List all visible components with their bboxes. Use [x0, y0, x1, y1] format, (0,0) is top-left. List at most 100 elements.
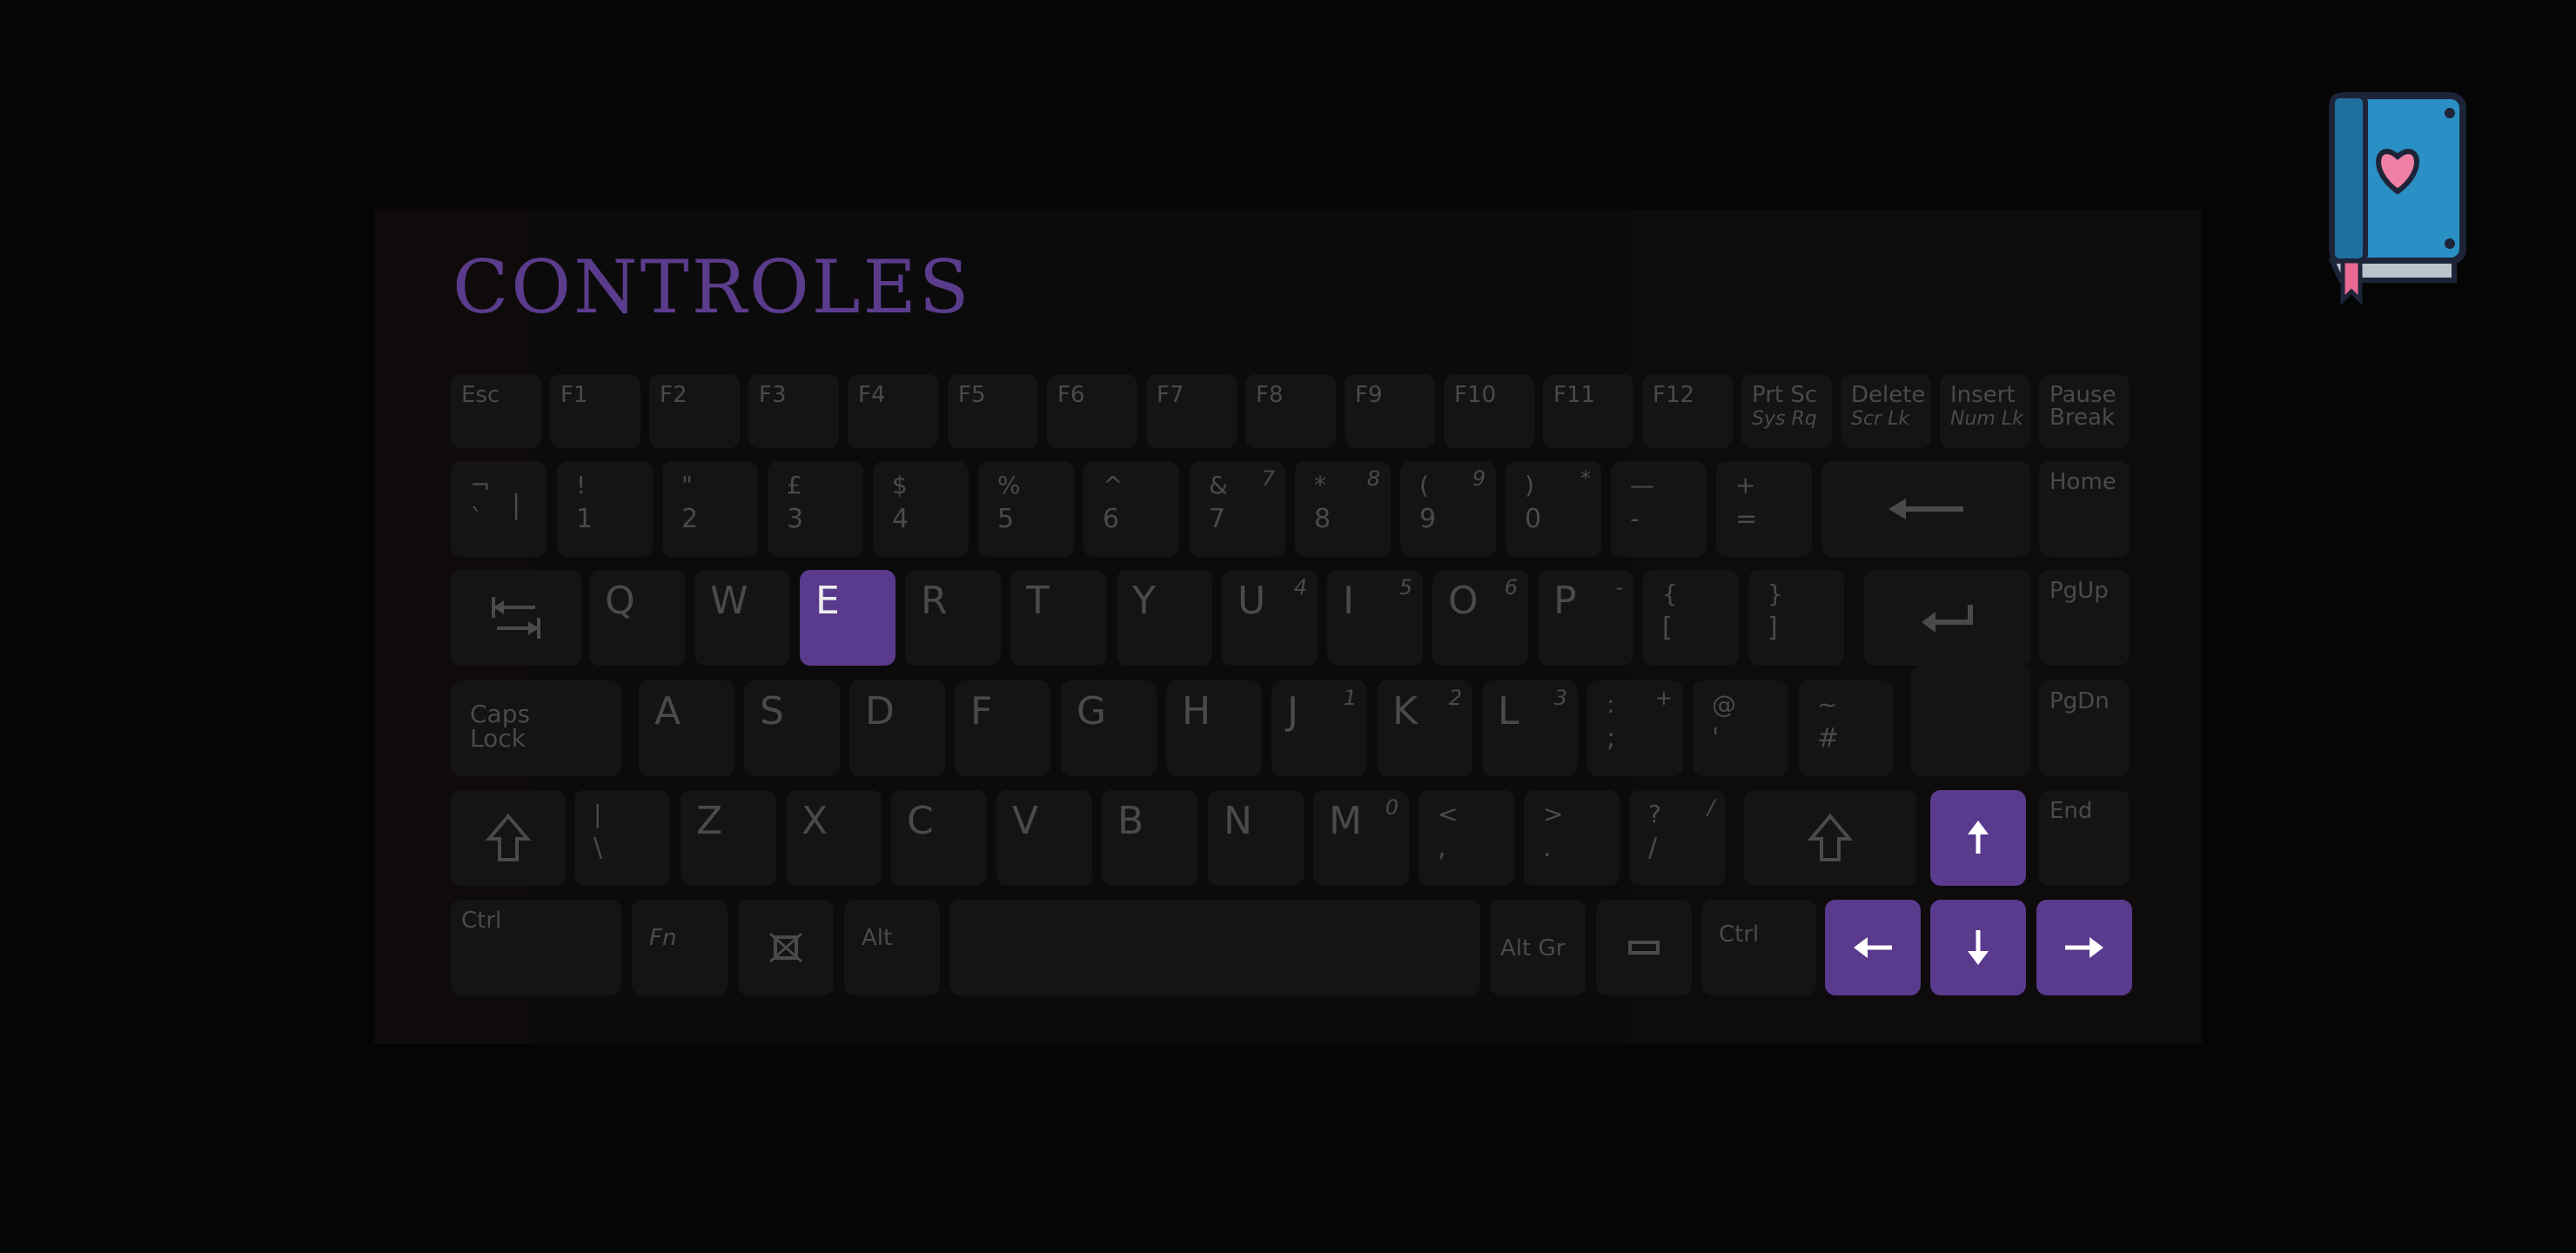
key-pgdn[interactable]: PgDn: [2039, 680, 2130, 776]
key-sym[interactable]: — -: [1611, 461, 1707, 557]
key-8[interactable]: * 8 8: [1295, 461, 1391, 557]
key-enter[interactable]: [1864, 570, 2031, 666]
key-4[interactable]: $4: [873, 461, 969, 557]
key-f12[interactable]: F12: [1642, 374, 1733, 448]
key-ctrl-right[interactable]: Ctrl: [1701, 900, 1816, 995]
key-k[interactable]: K2: [1377, 680, 1472, 776]
key-sym[interactable]: }]: [1748, 570, 1844, 666]
key-f4[interactable]: F4: [848, 374, 938, 448]
key-l[interactable]: L3: [1482, 680, 1578, 776]
key-b[interactable]: B: [1102, 790, 1197, 886]
key-esc[interactable]: Esc: [451, 374, 541, 448]
key-f8[interactable]: F8: [1245, 374, 1336, 448]
key-f3[interactable]: F3: [748, 374, 839, 448]
key-shift-symbol: {: [1662, 580, 1678, 608]
key-f10[interactable]: F10: [1444, 374, 1534, 448]
key-menu[interactable]: [738, 900, 834, 995]
key-alt-gr[interactable]: Alt Gr: [1490, 900, 1586, 995]
key-z[interactable]: Z: [681, 790, 776, 886]
key-insert[interactable]: Insert Num Lk: [1940, 374, 2030, 448]
arrow-down-icon: [1930, 900, 2026, 995]
key-sym[interactable]: :; +: [1587, 680, 1683, 776]
book-heart-icon[interactable]: [2315, 87, 2480, 306]
key-shift-symbol: (: [1419, 471, 1429, 499]
key-tab[interactable]: [451, 570, 581, 666]
key-letter: G: [1077, 689, 1107, 734]
key-f[interactable]: F: [955, 680, 1050, 776]
key-w[interactable]: W: [694, 570, 790, 666]
key-prtsc[interactable]: Prt Sc Sys Rq: [1741, 374, 1832, 448]
key-shift-symbol: <: [1438, 800, 1459, 828]
key-shift-left[interactable]: [451, 790, 566, 886]
key-t[interactable]: T: [1010, 570, 1106, 666]
key-ctrl-left[interactable]: Ctrl: [451, 900, 621, 995]
key-sym[interactable]: ? / /: [1629, 790, 1725, 886]
key-context-menu[interactable]: [1596, 900, 1692, 995]
key-a[interactable]: A: [639, 680, 735, 776]
key-backspace[interactable]: [1821, 461, 2030, 557]
key-sym[interactable]: <,: [1419, 790, 1514, 886]
key-d[interactable]: D: [849, 680, 945, 776]
key-sym[interactable]: + =: [1716, 461, 1812, 557]
key-0[interactable]: ) 0 *: [1506, 461, 1601, 557]
key-shift-symbol: @: [1712, 690, 1736, 719]
key-2[interactable]: " 2: [662, 461, 758, 557]
key-f7[interactable]: F7: [1146, 374, 1237, 448]
key-y[interactable]: Y: [1117, 570, 1212, 666]
key-r[interactable]: R: [905, 570, 1001, 666]
key-alt[interactable]: Alt: [844, 900, 940, 995]
key-arrow-up[interactable]: [1930, 790, 2026, 886]
key-f5[interactable]: F5: [948, 374, 1038, 448]
key-sym[interactable]: | \: [574, 790, 670, 886]
key-space[interactable]: [949, 900, 1480, 995]
key-c[interactable]: C: [891, 790, 987, 886]
key-7[interactable]: & 7 7: [1190, 461, 1285, 557]
key-3[interactable]: £3: [768, 461, 863, 557]
key-enter-lower[interactable]: [1911, 666, 2031, 776]
key-pause[interactable]: Pause Break: [2039, 374, 2130, 448]
key-x[interactable]: X: [786, 790, 882, 886]
key-v[interactable]: V: [996, 790, 1092, 886]
key-numpad-symbol: 2: [1448, 686, 1462, 710]
key-sym[interactable]: @ ': [1693, 680, 1788, 776]
key-f6[interactable]: F6: [1047, 374, 1137, 448]
key-f1[interactable]: F1: [550, 374, 641, 448]
key-6[interactable]: ^ 6: [1083, 461, 1179, 557]
key-sym[interactable]: ~ #: [1798, 680, 1894, 776]
key-g[interactable]: G: [1061, 680, 1157, 776]
key-h[interactable]: H: [1166, 680, 1262, 776]
key-f9[interactable]: F9: [1345, 374, 1435, 448]
key-numpad-symbol: *: [1580, 466, 1591, 491]
key-label: F8: [1256, 382, 1284, 408]
key-caps-lock[interactable]: Caps Lock: [451, 680, 621, 776]
key-shift-right[interactable]: [1744, 790, 1916, 886]
key-f11[interactable]: F11: [1543, 374, 1633, 448]
key-n[interactable]: N: [1208, 790, 1304, 886]
key-delete[interactable]: Delete Scr Lk: [1841, 374, 1931, 448]
key-arrow-right[interactable]: [2036, 900, 2132, 995]
key-5[interactable]: % 5: [978, 461, 1074, 557]
key-1[interactable]: ! 1: [557, 461, 653, 557]
key-s[interactable]: S: [744, 680, 840, 776]
key-end[interactable]: End: [2039, 790, 2130, 886]
key-q[interactable]: Q: [589, 570, 685, 666]
key-fn[interactable]: Fn: [632, 900, 728, 995]
key-pgup[interactable]: PgUp: [2039, 570, 2130, 666]
key-home[interactable]: Home: [2039, 461, 2130, 557]
key-o[interactable]: O6: [1432, 570, 1528, 666]
key-arrow-down[interactable]: [1930, 900, 2026, 995]
key-f2[interactable]: F2: [649, 374, 740, 448]
key-i[interactable]: I5: [1327, 570, 1423, 666]
key-letter: F: [970, 689, 993, 734]
key-m[interactable]: M0: [1313, 790, 1409, 886]
arrow-left-icon: [1825, 900, 1921, 995]
key-j[interactable]: J1: [1271, 680, 1367, 776]
key-9[interactable]: (9 9: [1400, 461, 1496, 557]
key-e[interactable]: E: [800, 570, 896, 666]
key-arrow-left[interactable]: [1825, 900, 1921, 995]
key-sym[interactable]: {[: [1643, 570, 1739, 666]
key-u[interactable]: U4: [1222, 570, 1318, 666]
key-sym[interactable]: >.: [1524, 790, 1620, 886]
key-sym[interactable]: ¬ ` |: [451, 461, 547, 557]
key-p[interactable]: P-: [1538, 570, 1633, 666]
